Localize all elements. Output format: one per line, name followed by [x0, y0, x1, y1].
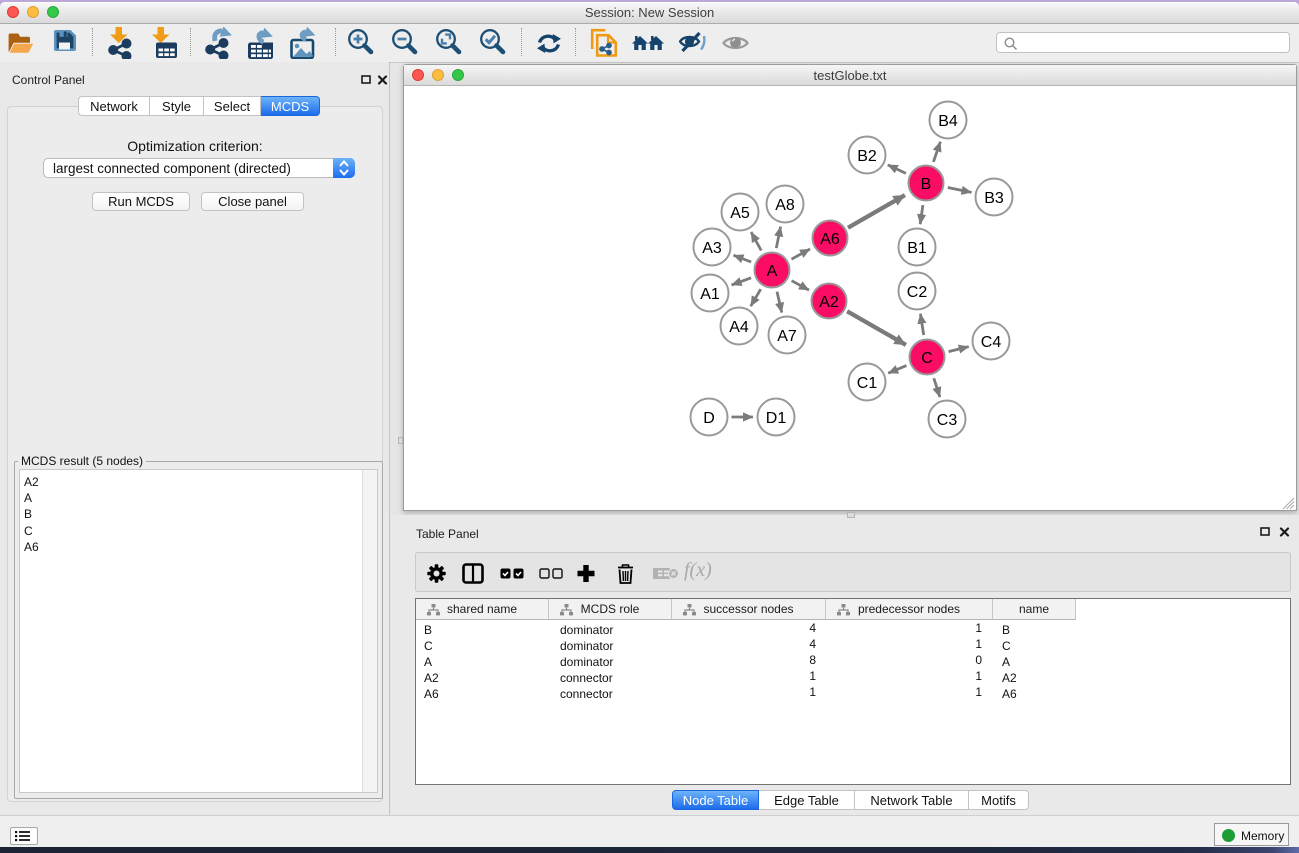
svg-text:A3: A3 — [702, 240, 722, 257]
svg-text:C2: C2 — [907, 284, 928, 301]
svg-text:B4: B4 — [938, 113, 958, 130]
svg-text:A8: A8 — [775, 197, 795, 214]
svg-text:B1: B1 — [907, 240, 927, 257]
svg-text:A4: A4 — [729, 319, 749, 336]
svg-text:A1: A1 — [700, 286, 720, 303]
svg-text:B3: B3 — [984, 190, 1004, 207]
svg-text:C1: C1 — [857, 375, 878, 392]
svg-text:D: D — [703, 410, 715, 427]
svg-text:C3: C3 — [937, 412, 958, 429]
svg-text:C4: C4 — [981, 334, 1002, 351]
svg-text:C: C — [921, 350, 933, 367]
svg-text:A5: A5 — [730, 205, 750, 222]
svg-text:D1: D1 — [766, 410, 787, 427]
svg-text:A: A — [767, 263, 778, 280]
svg-text:A2: A2 — [819, 294, 839, 311]
svg-text:A7: A7 — [777, 328, 797, 345]
svg-text:B2: B2 — [857, 148, 877, 165]
svg-text:B: B — [921, 176, 932, 193]
svg-text:A6: A6 — [820, 231, 840, 248]
